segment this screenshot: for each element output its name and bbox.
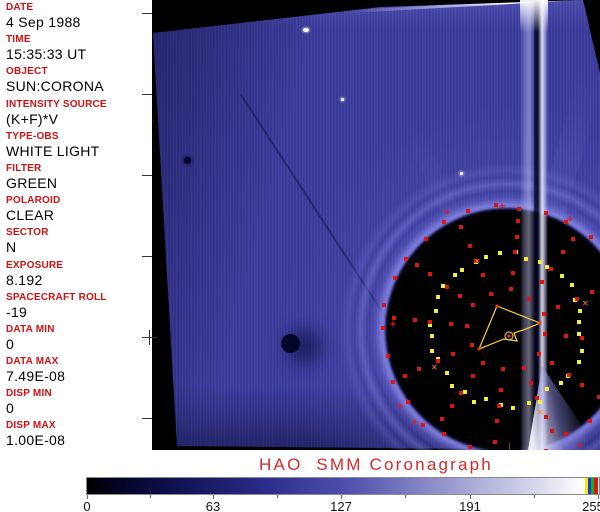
axis-tick-left — [142, 94, 152, 95]
coronagraph-image-area: + + + + + + + ✕ ✕ ✕ ✕ — [152, 0, 600, 450]
axis-tick-left — [142, 175, 152, 176]
axis-tick-left — [142, 418, 152, 419]
colorbar-label: 0 — [83, 499, 91, 512]
metadata-value: GREEN — [6, 174, 58, 191]
metadata-label: SECTOR — [6, 227, 49, 239]
axis-tick-left — [142, 13, 152, 14]
colorbar-minor-tick — [277, 495, 278, 498]
metadata-value: 7.49E-08 — [6, 368, 66, 385]
metadata-label: SPACECRAFT ROLL — [6, 291, 107, 303]
colorbar-label: 255 — [582, 499, 600, 512]
metadata-value: 15:35:33 UT — [6, 46, 87, 63]
metadata-field: DATE 4 Sep 1988 — [0, 0, 152, 32]
metadata-value: -19 — [6, 303, 28, 320]
metadata-field: SECTOR N — [0, 225, 152, 257]
smm-coronagraph-viewer: DATE 4 Sep 1988 TIME 15:35:33 UT OBJECT SUN:C… — [0, 0, 600, 512]
metadata-label: EXPOSURE — [6, 259, 64, 271]
page-title: HAO SMM Coronagraph — [259, 455, 493, 474]
metadata-panel: DATE 4 Sep 1988 TIME 15:35:33 UT OBJECT SUN:C… — [0, 0, 152, 450]
metadata-field: OBJECT SUN:CORONA — [0, 64, 152, 96]
colorbar-minor-tick — [405, 495, 406, 498]
metadata-field: DATA MAX 7.49E-08 — [0, 354, 152, 386]
metadata-field: POLAROID CLEAR — [0, 193, 152, 225]
metadata-value: CLEAR — [6, 207, 55, 224]
metadata-label: INTENSITY SOURCE — [6, 98, 107, 110]
metadata-field: SPACECRAFT ROLL -19 — [0, 290, 152, 322]
metadata-label: FILTER — [6, 162, 42, 174]
metadata-value: N — [6, 239, 17, 256]
metadata-field: EXPOSURE 8.192 — [0, 258, 152, 290]
intensity-colorbar — [86, 477, 600, 495]
metadata-label: DISP MAX — [6, 420, 56, 432]
axis-cross-left — [149, 330, 150, 345]
colorbar-minor-tick — [534, 495, 535, 498]
metadata-value: SUN:CORONA — [6, 78, 104, 95]
metadata-label: DISP MIN — [6, 388, 52, 400]
metadata-field: FILTER GREEN — [0, 161, 152, 193]
metadata-field: DATA MIN 0 — [0, 322, 152, 354]
metadata-value: 0 — [6, 335, 15, 352]
metadata-field: DISP MAX 1.00E-08 — [0, 418, 152, 450]
colorbar-label: 63 — [205, 499, 221, 512]
metadata-value: 1.00E-08 — [6, 432, 66, 449]
pointing-polygon — [477, 304, 542, 351]
metadata-field: DISP MIN 0 — [0, 386, 152, 418]
metadata-value: 4 Sep 1988 — [6, 14, 81, 30]
colorbar-label: 191 — [459, 499, 481, 512]
metadata-label: DATA MAX — [6, 356, 59, 368]
metadata-field: INTENSITY SOURCE (K+F)*V — [0, 97, 152, 129]
axis-tick-left — [142, 256, 152, 257]
metadata-value: (K+F)*V — [6, 110, 59, 127]
metadata-label: DATE — [6, 2, 34, 13]
colorbar-overflow-stripe — [594, 478, 598, 494]
metadata-label: DATA MIN — [6, 323, 55, 335]
metadata-label: TYPE-OBS — [6, 130, 59, 142]
metadata-label: TIME — [6, 34, 31, 46]
metadata-field: TIME 15:35:33 UT — [0, 32, 152, 64]
metadata-value: WHITE LIGHT — [6, 142, 100, 159]
metadata-value: 0 — [6, 400, 15, 417]
metadata-label: POLAROID — [6, 195, 61, 207]
colorbar-minor-tick — [150, 495, 151, 498]
metadata-label: OBJECT — [6, 66, 48, 78]
metadata-value: 8.192 — [6, 271, 43, 288]
metadata-field: TYPE-OBS WHITE LIGHT — [0, 129, 152, 161]
bottom-strip: HAO SMM Coronagraph 0 63 127 191 255 — [0, 450, 600, 512]
colorbar-label: 127 — [330, 499, 352, 512]
